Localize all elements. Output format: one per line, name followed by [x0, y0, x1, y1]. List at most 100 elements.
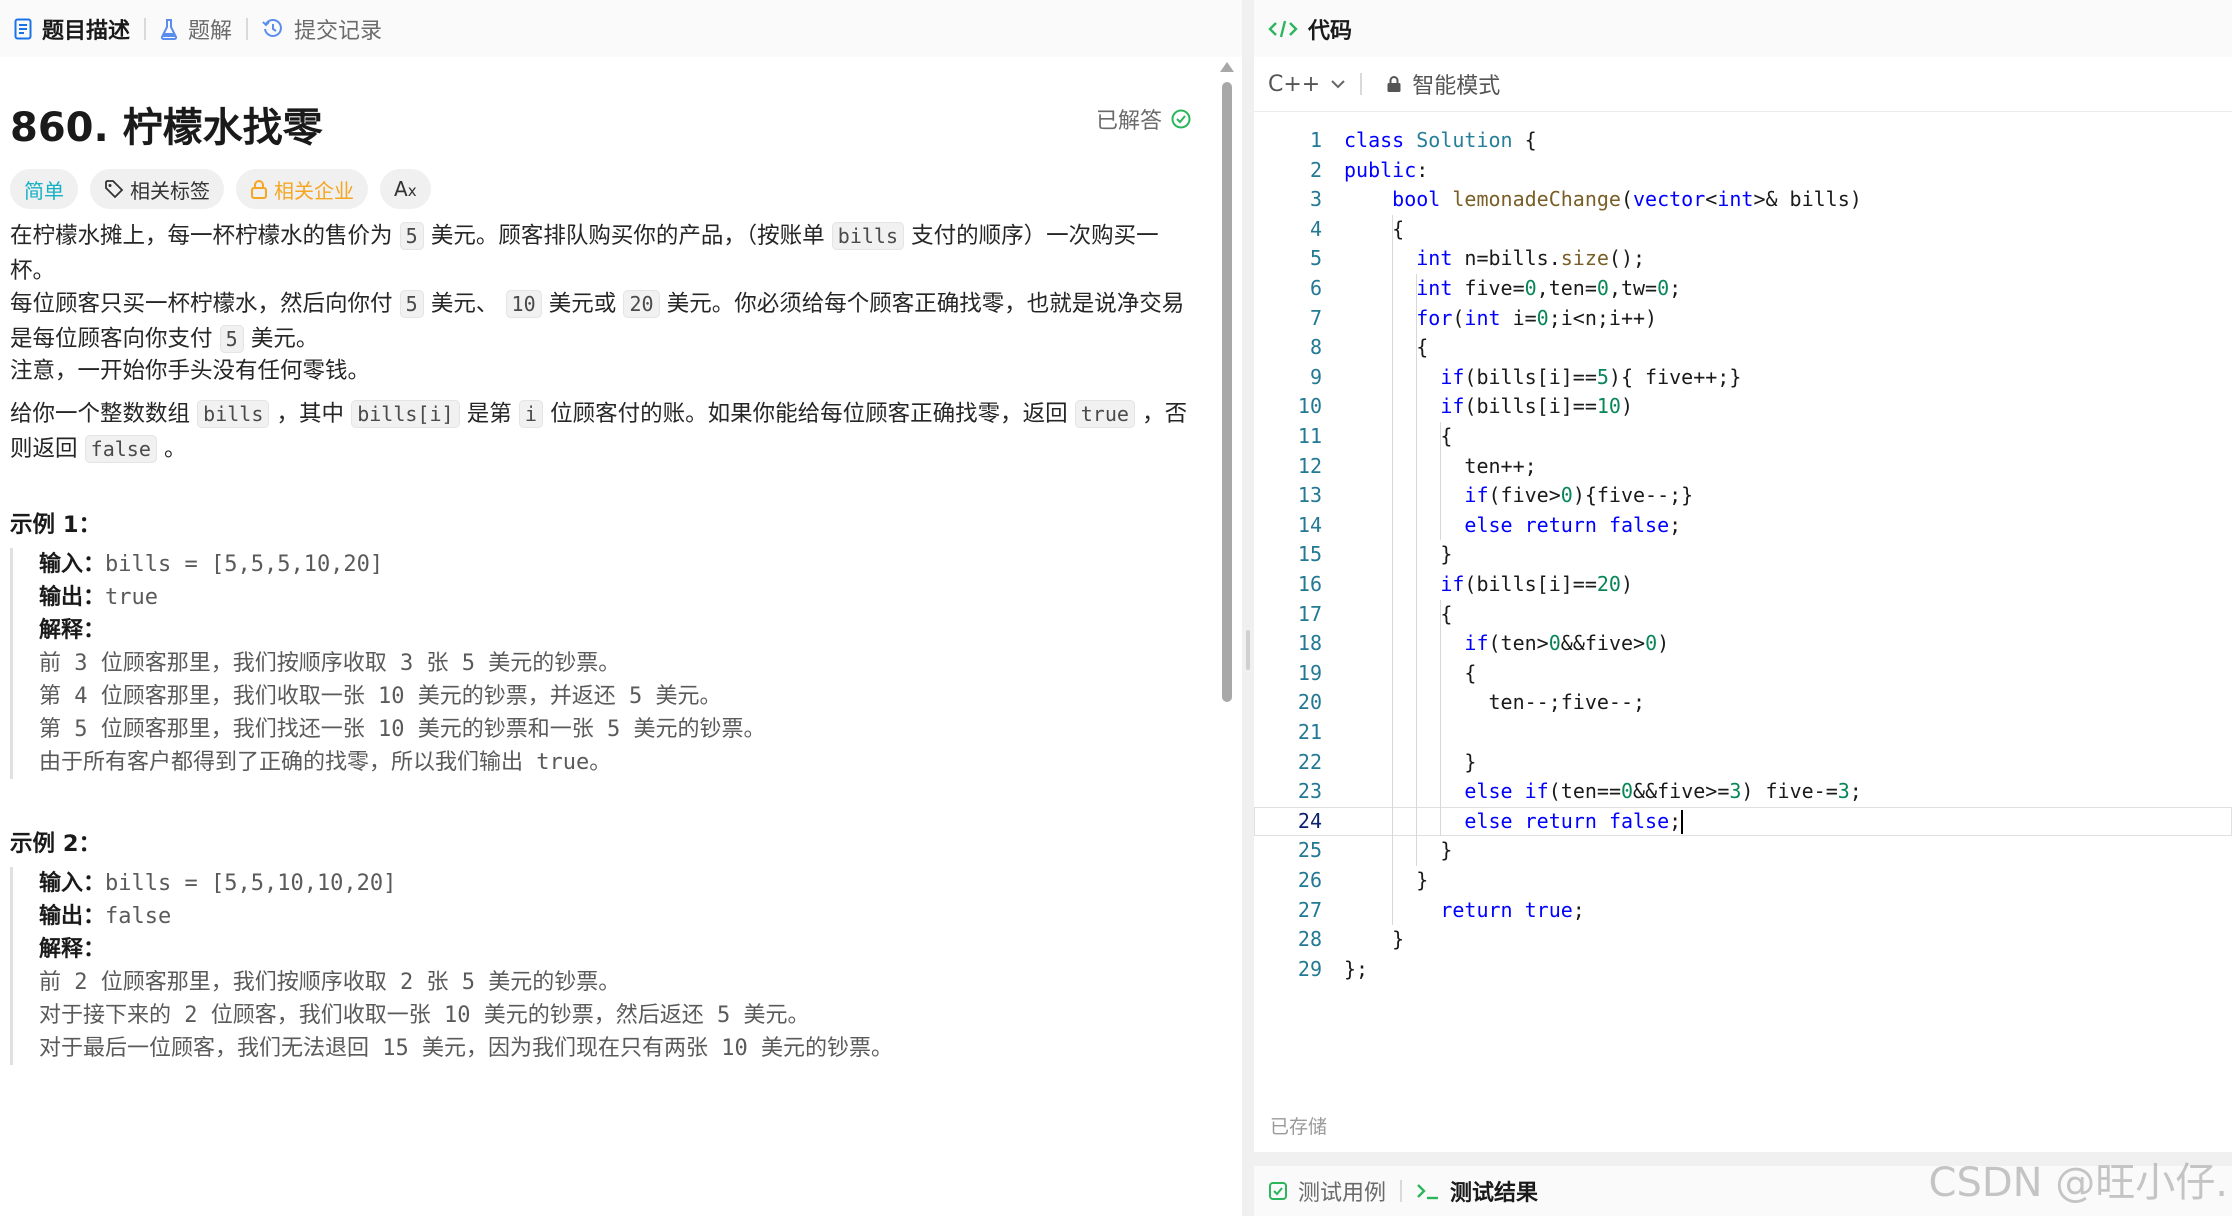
related-tags-button[interactable]: 相关标签 [90, 169, 224, 209]
problem-panel: 题目描述 题解 提交记录 860. 柠檬水找零 已解答 简单 相关标签 相关企业… [0, 0, 1242, 1216]
resize-grip[interactable] [1246, 630, 1250, 670]
code-line[interactable]: 3 bool lemonadeChange(vector<int>& bills… [1254, 185, 2232, 215]
example-input: 输入：bills = [5,5,5,10,20] [39, 552, 384, 577]
language-select[interactable]: C++ [1254, 72, 1360, 97]
code-line[interactable]: 13 if(five>0){five--;} [1254, 481, 2232, 511]
code-editor[interactable]: 1 class Solution { 2 public: 3 bool lemonade… [1254, 112, 2232, 1112]
code-line[interactable]: 11 { [1254, 422, 2232, 452]
code-line[interactable]: 25 } [1254, 836, 2232, 866]
scrollbar-thumb[interactable] [1222, 82, 1232, 702]
smart-mode-toggle[interactable]: 智能模式 [1372, 68, 1500, 100]
code-line[interactable]: 29}; [1254, 955, 2232, 985]
problem-title[interactable]: 860. 柠檬水找零 [10, 95, 323, 153]
code-line[interactable]: 14 else return false; [1254, 511, 2232, 541]
code-line[interactable]: 5 int n=bills.size(); [1254, 244, 2232, 274]
code-line[interactable]: 6 int five=0,ten=0,tw=0; [1254, 274, 2232, 304]
line-number: 4 [1309, 216, 1322, 241]
related-companies-label: 相关企业 [274, 178, 354, 203]
example-output: 输出：true [39, 585, 158, 610]
code-line[interactable]: 16 if(bills[i]==20) [1254, 570, 2232, 600]
translate-button[interactable]: Ax [380, 169, 431, 209]
code-text: int n=bills.size(); [1416, 246, 1646, 271]
tab-code[interactable]: 代码 [1254, 0, 1366, 57]
code-text: bool lemonadeChange(vector<int>& bills) [1392, 187, 1862, 212]
code-icon [1268, 18, 1298, 40]
save-status: 已存储 [1270, 1116, 1328, 1138]
code-line[interactable]: 17 { [1254, 600, 2232, 630]
inline-code: 20 [623, 290, 660, 318]
indent-guide [1392, 214, 1394, 926]
line-number: 21 [1297, 720, 1322, 744]
code-line[interactable]: 24 else return false; [1254, 806, 2232, 837]
line-number: 6 [1309, 276, 1322, 300]
code-line[interactable]: 18 if(ten>0&&five>0) [1254, 629, 2232, 659]
tab-submissions[interactable]: 提交记录 [248, 0, 396, 57]
watermark: CSDN @旺小仔. [1928, 1160, 2228, 1206]
line-number: 24 [1297, 808, 1322, 833]
checkbox-icon [1268, 1181, 1288, 1201]
inline-code: 5 [219, 325, 244, 353]
history-icon [262, 18, 284, 40]
line-number: 1 [1309, 128, 1322, 152]
text-cursor [1681, 810, 1684, 835]
code-line[interactable]: 1 class Solution { [1254, 126, 2232, 156]
code-text: if(bills[i]==20) [1440, 572, 1634, 596]
code-line[interactable]: 21 [1254, 718, 2232, 748]
example-block: 输入：bills = [5,5,10,10,20] 输出：false 解释： 前… [10, 867, 1202, 1065]
description-paragraph: 每位顾客只买一杯柠檬水，然后向你付 5 美元、 10 美元或 20 美元。你必须… [10, 290, 1185, 353]
code-line[interactable]: 7 for(int i=0;i<n;i++) [1254, 304, 2232, 334]
tab-solutions[interactable]: 题解 [146, 0, 246, 57]
line-number: 16 [1297, 572, 1322, 596]
example-heading: 示例 1： [10, 512, 101, 538]
indent-guide [1440, 599, 1442, 837]
related-companies-button[interactable]: 相关企业 [236, 169, 368, 209]
problem-description: 860. 柠檬水找零 已解答 简单 相关标签 相关企业 Ax 在柠檬水摊上，每一… [10, 57, 1202, 1216]
code-line[interactable]: 26 } [1254, 866, 2232, 896]
line-number: 8 [1309, 335, 1322, 360]
line-number: 12 [1297, 453, 1322, 478]
code-line[interactable]: 12 ten++; [1254, 452, 2232, 482]
scroll-up-arrow-icon[interactable] [1220, 62, 1234, 72]
code-line[interactable]: 23 else if(ten==0&&five>=3) five-=3; [1254, 777, 2232, 807]
line-number: 23 [1297, 779, 1322, 804]
code-line[interactable]: 22 } [1254, 748, 2232, 778]
code-text: } [1344, 542, 1453, 567]
example-explain-line: 对于接下来的 2 位顾客，我们收取一张 10 美元的钞票，然后返还 5 美元。 [39, 1003, 810, 1028]
tab-description[interactable]: 题目描述 [0, 0, 144, 57]
line-number: 25 [1297, 838, 1322, 863]
code-text: else return false; [1464, 808, 1684, 835]
code-text: { [1344, 424, 1453, 448]
code-text: } [1344, 927, 1405, 952]
tab-test-results-label: 测试结果 [1450, 1181, 1539, 1206]
difficulty-badge: 简单 [10, 169, 78, 209]
code-line[interactable]: 10 if(bills[i]==10) [1254, 392, 2232, 422]
code-text: public: [1344, 157, 1429, 182]
panel-resize-divider[interactable] [1242, 0, 1254, 1216]
code-line[interactable]: 27 return true; [1254, 896, 2232, 926]
tab-testcases[interactable]: 测试用例 [1254, 1163, 1400, 1216]
lock-icon [250, 179, 268, 199]
toolbar-divider [1360, 73, 1363, 95]
code-line[interactable]: 28 } [1254, 925, 2232, 955]
language-label: C++ [1268, 71, 1321, 97]
code-line[interactable]: 9 if(bills[i]==5){ five++;} [1254, 363, 2232, 393]
tag-icon [104, 179, 124, 199]
code-text: } [1344, 868, 1429, 892]
description-scrollbar[interactable] [1220, 62, 1234, 712]
code-line[interactable]: 8 { [1254, 333, 2232, 363]
smart-mode-label: 智能模式 [1412, 74, 1501, 99]
code-line[interactable]: 20 ten--;five--; [1254, 688, 2232, 718]
code-text: } [1344, 838, 1453, 863]
tab-test-results[interactable]: 测试结果 [1402, 1163, 1552, 1216]
inline-code: bills[i] [351, 400, 460, 428]
code-text: class Solution { [1344, 128, 1537, 152]
inline-code: 5 [399, 290, 424, 318]
tab-testcases-label: 测试用例 [1298, 1181, 1387, 1206]
code-line[interactable]: 2 public: [1254, 156, 2232, 186]
flask-icon [160, 18, 178, 40]
example-explain-line: 对于最后一位顾客，我们无法退回 15 美元，因为我们现在只有两张 10 美元的钞… [39, 1036, 893, 1061]
code-line[interactable]: 19 { [1254, 659, 2232, 689]
code-line[interactable]: 4 { [1254, 215, 2232, 245]
code-text: if(bills[i]==5){ five++;} [1440, 364, 1742, 389]
code-line[interactable]: 15 } [1254, 540, 2232, 570]
